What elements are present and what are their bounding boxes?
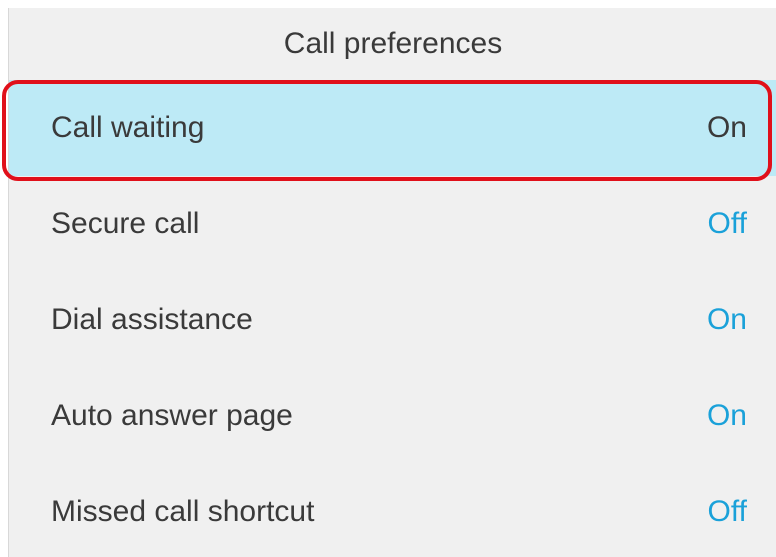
dial-assistance-value: On — [706, 303, 747, 336]
list-item-auto-answer-page[interactable]: Auto answer page On — [9, 368, 776, 464]
preferences-list: Call waiting On Secure call Off Dial ass… — [9, 80, 776, 557]
auto-answer-page-label: Auto answer page — [51, 399, 293, 432]
call-waiting-label: Call waiting — [51, 111, 205, 144]
list-item-secure-call[interactable]: Secure call Off — [9, 176, 776, 272]
list-item-call-waiting[interactable]: Call waiting On — [9, 80, 776, 176]
call-preferences-screen: Call preferences Call waiting On Secure … — [8, 8, 776, 557]
auto-answer-page-value: On — [706, 399, 747, 432]
call-waiting-value: On — [706, 111, 747, 144]
page-title: Call preferences — [283, 27, 503, 60]
missed-call-shortcut-value: Off — [707, 495, 747, 528]
missed-call-shortcut-label: Missed call shortcut — [51, 495, 315, 528]
secure-call-value: Off — [707, 207, 747, 240]
secure-call-label: Secure call — [51, 207, 200, 240]
list-item-missed-call-shortcut[interactable]: Missed call shortcut Off — [9, 464, 776, 557]
dial-assistance-label: Dial assistance — [51, 303, 253, 336]
list-item-dial-assistance[interactable]: Dial assistance On — [9, 272, 776, 368]
